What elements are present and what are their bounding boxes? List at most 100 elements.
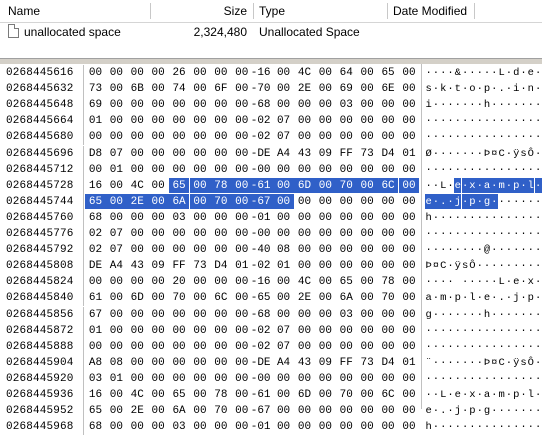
hex-byte[interactable]: 00 [357,129,378,144]
hex-byte[interactable]: 07 [273,129,294,144]
hex-byte[interactable]: 00 [273,387,294,402]
hex-byte[interactable]: 73 [190,258,211,273]
hex-byte[interactable]: A4 [273,146,294,161]
hex-byte[interactable]: 00 [378,307,399,322]
hex-byte[interactable]: 00 [399,339,420,354]
ascii-char[interactable]: · [520,242,527,257]
ascii-char[interactable]: · [491,403,498,418]
hex-byte[interactable]: 00 [190,81,211,96]
ascii-char[interactable]: · [527,129,534,144]
hex-byte[interactable]: 00 [127,210,148,225]
hex-byte[interactable]: 00 [399,113,420,128]
ascii-char[interactable]: · [454,307,461,322]
ascii-char[interactable]: a [483,387,490,402]
hex-byte[interactable]: 00 [357,194,378,209]
ascii-char[interactable]: · [491,419,498,434]
ascii-char[interactable]: · [440,113,447,128]
ascii-char[interactable]: @ [483,242,490,257]
hex-byte[interactable]: 00 [357,258,378,273]
ascii-char[interactable]: · [535,129,542,144]
hex-byte[interactable]: 00 [190,146,211,161]
hex-byte[interactable]: 65 [85,403,106,418]
ascii-char[interactable]: x [527,274,534,289]
hex-byte[interactable]: 00 [399,242,420,257]
hex-byte[interactable]: 00 [127,162,148,177]
hex-byte[interactable]: 70 [210,193,232,209]
hex-byte[interactable]: -61 [248,387,273,402]
hex-byte[interactable]: -02 [248,129,273,144]
hex-byte[interactable]: 16 [85,178,106,193]
hex-byte[interactable]: 00 [294,129,315,144]
hex-byte[interactable]: -02 [248,339,273,354]
ascii-char[interactable]: · [476,274,483,289]
ascii-char[interactable]: · [462,113,469,128]
column-divider[interactable] [474,3,475,19]
ascii-char[interactable]: g [425,307,432,322]
ascii-char[interactable]: · [491,162,498,177]
ascii-char[interactable]: · [462,387,469,402]
ascii-char[interactable]: t [454,81,461,96]
hex-byte[interactable]: -16 [248,274,273,289]
hex-byte[interactable]: 00 [336,194,357,209]
ascii-char[interactable]: · [447,323,454,338]
hex-byte[interactable]: 00 [190,129,211,144]
ascii-char[interactable]: · [498,258,505,273]
hex-row[interactable]: 0268445632 73 00 6B 00 74 00 6F 00 -70 00 2E 00 69 00 6… [0,81,542,98]
ascii-char[interactable]: · [425,226,432,241]
hex-byte[interactable]: 00 [357,323,378,338]
hex-byte[interactable]: 00 [294,307,315,322]
ascii-char[interactable]: · [491,97,498,112]
ascii-char[interactable]: · [498,339,505,354]
hex-byte[interactable]: 00 [190,210,211,225]
ascii-char[interactable]: · [469,97,476,112]
ascii-char[interactable]: Ô [527,146,534,161]
hex-byte[interactable]: 00 [190,355,211,370]
hex-byte[interactable]: 61 [85,290,106,305]
hex-byte[interactable]: 00 [399,258,420,273]
hex-byte[interactable]: 00 [294,97,315,112]
ascii-char[interactable]: · [447,339,454,354]
ascii-char[interactable]: · [527,307,534,322]
ascii-char[interactable]: · [491,242,498,257]
hex-byte[interactable]: -02 [248,113,273,128]
ascii-char[interactable]: · [432,419,439,434]
hex-byte[interactable]: 00 [273,210,294,225]
ascii-char[interactable]: . [440,403,447,418]
ascii-char[interactable]: · [432,323,439,338]
hex-byte[interactable]: 73 [85,81,106,96]
ascii-char[interactable]: · [491,339,498,354]
ascii-char[interactable]: · [520,339,527,354]
hex-byte[interactable]: 00 [273,274,294,289]
hex-byte[interactable]: 01 [399,146,420,161]
ascii-char[interactable]: · [440,242,447,257]
ascii-char[interactable]: · [513,97,520,112]
hex-byte[interactable]: 43 [294,146,315,161]
hex-byte[interactable]: 00 [378,210,399,225]
hex-byte[interactable]: 00 [357,274,378,289]
hex-row[interactable]: 0268445920 03 01 00 00 00 00 00 00 -00 00 00 00 00 00 0… [0,370,542,387]
ascii-char[interactable]: · [469,339,476,354]
hex-row[interactable]: 0268445888 00 00 00 00 00 00 00 00 -02 07 00 00 00 00 0… [0,338,542,355]
ascii-char[interactable]: i [513,81,520,96]
ascii-char[interactable]: · [535,323,542,338]
ascii-char[interactable]: · [432,242,439,257]
hex-byte[interactable]: 00 [106,403,127,418]
hex-row[interactable]: 0268445936 16 00 4C 00 65 00 78 00 -61 00 6D 00 70 00 6… [0,387,542,403]
hex-byte[interactable]: 00 [378,242,399,257]
ascii-char[interactable]: · [469,307,476,322]
ascii-char[interactable]: · [432,81,439,96]
hex-byte[interactable]: 00 [294,323,315,338]
ascii-char[interactable]: · [527,242,534,257]
hex-byte[interactable]: 00 [106,178,127,193]
ascii-char[interactable]: · [476,162,483,177]
hex-byte[interactable]: 00 [127,307,148,322]
ascii-char[interactable]: · [491,113,498,128]
hex-byte[interactable]: 2E [127,403,148,418]
ascii-char[interactable]: p [512,177,520,193]
hex-byte[interactable]: 00 [210,242,231,257]
ascii-char[interactable]: e [454,177,462,193]
column-divider[interactable] [253,3,254,19]
ascii-char[interactable]: Ø [425,146,432,161]
ascii-char[interactable]: · [520,129,527,144]
hex-byte[interactable]: 08 [273,242,294,257]
